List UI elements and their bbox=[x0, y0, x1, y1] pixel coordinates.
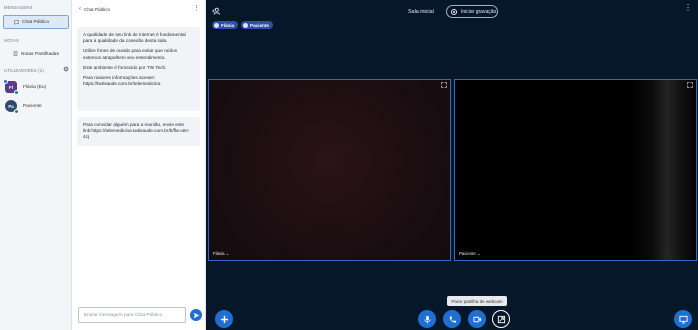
mute-button[interactable] bbox=[418, 310, 436, 328]
mic-status-icon bbox=[14, 109, 19, 114]
more-icon[interactable]: ⋮ bbox=[684, 4, 692, 12]
chat-icon bbox=[14, 20, 19, 25]
mic-icon bbox=[423, 315, 431, 324]
chat-options-button[interactable]: ⋮ bbox=[193, 5, 200, 12]
record-icon bbox=[451, 9, 457, 15]
video-user-name[interactable]: Flávia ⌄ bbox=[213, 251, 229, 257]
main-area: Sala inicial Iniciar gravação ⋮ Flávia P… bbox=[206, 0, 698, 330]
stop-webcam-button[interactable] bbox=[468, 310, 486, 328]
users-icon[interactable] bbox=[212, 7, 220, 15]
expand-icon[interactable] bbox=[441, 82, 447, 88]
invite-message: Para convidar alguém para a reunião, env… bbox=[77, 117, 200, 146]
shared-notes-label: Notas Partilhadas bbox=[21, 51, 59, 57]
invite-text[interactable]: Para convidar alguém para a reunião, env… bbox=[83, 122, 194, 141]
public-chat-label: Chat Público bbox=[22, 19, 50, 25]
user-row-paciente[interactable]: Pa Paciente bbox=[5, 99, 69, 114]
tooltip: Parar partilha de webcam bbox=[447, 296, 507, 306]
send-icon bbox=[193, 312, 199, 318]
share-video-button[interactable] bbox=[492, 310, 510, 328]
leave-audio-button[interactable] bbox=[443, 310, 461, 328]
shared-notes-item[interactable]: Notas Partilhadas bbox=[3, 47, 69, 61]
gear-icon[interactable] bbox=[63, 66, 69, 72]
phone-icon bbox=[449, 315, 456, 323]
expand-icon[interactable] bbox=[687, 82, 693, 88]
video-user-name[interactable]: Paciente ⌄ bbox=[459, 251, 481, 257]
back-chevron-icon[interactable]: ‹ bbox=[79, 6, 81, 12]
record-label: Iniciar gravação bbox=[461, 8, 497, 15]
chat-message-input[interactable]: Enviar mensagem para Chat Público bbox=[78, 307, 186, 323]
video-tile[interactable]: Paciente ⌄ bbox=[454, 79, 697, 261]
user-name: Flávia (Eu) bbox=[23, 84, 47, 90]
welcome-message: A qualidade de seu link de internet é fu… bbox=[77, 27, 200, 111]
welcome-text: A qualidade de seu link de internet é fu… bbox=[83, 32, 186, 44]
chat-panel: ‹ Chat Público ⋮ A qualidade de seu link… bbox=[72, 0, 206, 330]
chat-header: ‹ Chat Público ⋮ bbox=[79, 5, 200, 13]
users-heading: UTILIZADORES (2) bbox=[4, 68, 44, 73]
video-tile[interactable]: Flávia ⌄ bbox=[208, 79, 451, 261]
user-name: Paciente bbox=[23, 103, 42, 109]
welcome-text: Utilize fones de ouvido para evitar que … bbox=[83, 48, 178, 60]
avatar: Fl bbox=[3, 79, 19, 95]
chat-input-placeholder: Enviar mensagem para Chat Público bbox=[84, 312, 163, 318]
desktop-icon bbox=[678, 315, 688, 324]
start-recording-button[interactable]: Iniciar gravação bbox=[446, 5, 498, 18]
talking-icon bbox=[214, 22, 219, 28]
talker-pill[interactable]: Flávia bbox=[212, 21, 239, 29]
chat-title[interactable]: Chat Público bbox=[84, 7, 110, 12]
share-screen-button[interactable] bbox=[674, 310, 692, 328]
messages-heading: MENSAGENS bbox=[4, 5, 33, 10]
welcome-text: Para maiores informações acesse: https:/… bbox=[83, 75, 162, 87]
top-bar: Sala inicial Iniciar gravação ⋮ bbox=[206, 0, 698, 22]
presenter-indicator-icon bbox=[3, 79, 8, 84]
actions-button[interactable] bbox=[215, 310, 233, 328]
send-button[interactable] bbox=[190, 309, 202, 321]
public-chat-item[interactable]: Chat Público bbox=[3, 15, 69, 29]
welcome-text: Este ambiente é fornecido por TW Tech. bbox=[83, 64, 167, 70]
notes-icon bbox=[13, 51, 18, 56]
plus-icon bbox=[220, 315, 228, 323]
camera-icon bbox=[472, 316, 481, 322]
avatar: Pa bbox=[5, 100, 19, 114]
talker-pill[interactable]: Paciente bbox=[241, 21, 273, 29]
user-row-flavia[interactable]: Fl Flávia (Eu) bbox=[3, 79, 69, 95]
user-list-panel: MENSAGENS Chat Público NOTAS Notas Parti… bbox=[0, 0, 72, 330]
mic-status-icon bbox=[14, 90, 19, 95]
room-title: Sala inicial bbox=[408, 9, 434, 15]
share-video-icon bbox=[497, 315, 505, 323]
talking-icon bbox=[243, 22, 248, 28]
notes-heading: NOTAS bbox=[4, 38, 20, 43]
